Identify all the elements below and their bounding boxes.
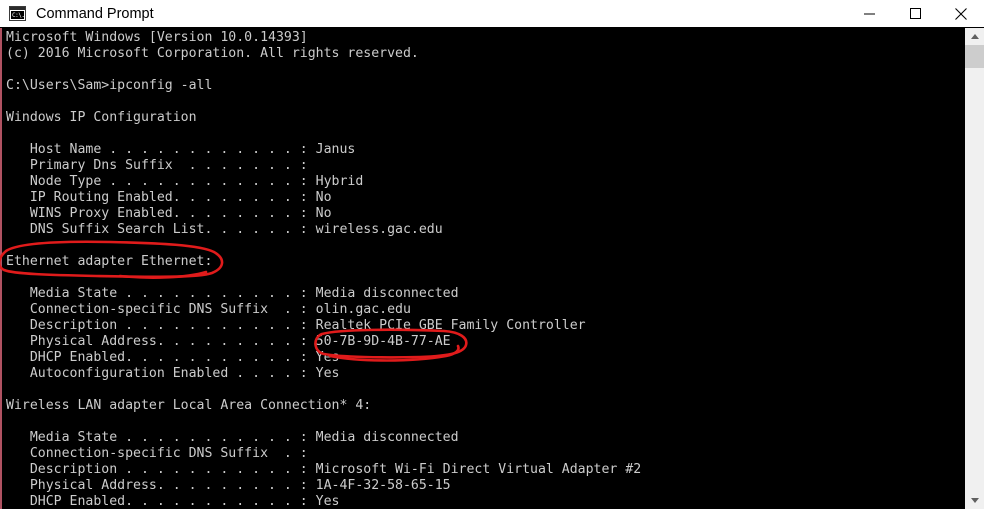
scrollbar-down-button[interactable] bbox=[965, 492, 984, 509]
window-title: Command Prompt bbox=[36, 5, 154, 22]
console-output-area[interactable]: Microsoft Windows [Version 10.0.14393] (… bbox=[0, 28, 965, 509]
close-icon bbox=[954, 7, 968, 21]
close-button[interactable] bbox=[938, 0, 984, 27]
title-bar-left: C:\. Command Prompt bbox=[0, 0, 846, 27]
scrollbar-thumb[interactable] bbox=[965, 45, 984, 68]
minimize-button[interactable] bbox=[846, 0, 892, 27]
scrollbar-up-button[interactable] bbox=[965, 28, 984, 45]
icon-console-glyph: C:\. bbox=[11, 11, 25, 19]
maximize-button[interactable] bbox=[892, 0, 938, 27]
title-bar[interactable]: C:\. Command Prompt bbox=[0, 0, 984, 28]
vertical-scrollbar[interactable] bbox=[965, 28, 984, 509]
minimize-icon bbox=[863, 7, 876, 20]
maximize-icon bbox=[909, 7, 922, 20]
chevron-up-icon bbox=[970, 34, 979, 39]
command-prompt-icon: C:\. bbox=[9, 6, 26, 21]
chevron-down-icon bbox=[970, 498, 979, 503]
console-text: Microsoft Windows [Version 10.0.14393] (… bbox=[6, 30, 642, 509]
icon-title-strip bbox=[10, 7, 25, 10]
command-prompt-window: C:\. Command Prompt Microsoft Windows [V… bbox=[0, 0, 984, 509]
